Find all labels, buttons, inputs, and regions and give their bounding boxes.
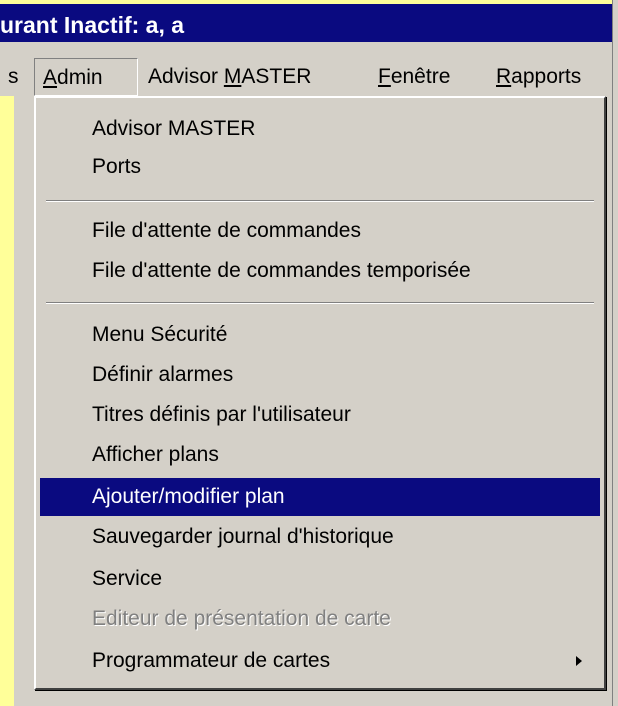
menu-bar-top — [0, 42, 612, 58]
menu-rapports-rest: apports — [511, 65, 582, 88]
submenu-arrow-icon — [576, 656, 582, 666]
menu-admin-mnemonic: A — [43, 66, 58, 89]
menu-separator — [46, 200, 594, 202]
menu-fenetre-mnemonic: F — [378, 65, 391, 88]
menu-rapports[interactable]: Rapports — [488, 58, 589, 96]
menu-fenetre-rest: enêtre — [390, 65, 451, 88]
admin-dropdown-menu: Advisor MASTER Ports File d'attente de c… — [34, 96, 606, 690]
menu-rapports-mnemonic: R — [496, 65, 512, 88]
menu-bar: s Admin Advisor MASTER Fenêtre Rapports — [0, 42, 612, 96]
menu-admin-rest: dmin — [57, 66, 103, 89]
menu-item-command-queue[interactable]: File d'attente de commandes — [40, 212, 600, 250]
menu-advisor-master-rest: ASTER — [241, 65, 312, 88]
window-title-bar[interactable]: urant Inactif: a, a — [0, 0, 612, 42]
menu-item-card-programmer[interactable]: Programmateur de cartes — [40, 642, 600, 680]
menu-item-timed-command-queue[interactable]: File d'attente de commandes temporisée — [40, 252, 600, 290]
menu-item-card-layout-editor: Editeur de présentation de carte — [92, 607, 391, 630]
menu-advisor-master-mnemonic: M — [223, 65, 242, 88]
menu-item-advisor-master[interactable]: Advisor MASTER — [40, 110, 600, 148]
menu-item-show-plans[interactable]: Afficher plans — [40, 436, 600, 474]
menu-truncated[interactable]: s — [0, 58, 27, 96]
menu-separator — [46, 302, 594, 304]
menu-item-add-edit-plan[interactable]: Ajouter/modifier plan — [40, 478, 600, 516]
menu-item-define-alarms[interactable]: Définir alarmes — [40, 356, 600, 394]
window-title: urant Inactif: a, a — [0, 12, 185, 38]
menu-item-security-menu[interactable]: Menu Sécurité — [40, 316, 600, 354]
menu-item-save-history-log[interactable]: Sauvegarder journal d'historique — [40, 518, 600, 556]
menu-advisor-master-a: Advisor — [148, 65, 224, 88]
menu-item-ports[interactable]: Ports — [40, 148, 600, 186]
background-strip — [0, 0, 14, 706]
menu-fenetre[interactable]: Fenêtre — [370, 58, 458, 96]
menu-item-user-defined-titles[interactable]: Titres définis par l'utilisateur — [40, 396, 600, 434]
window-edge — [612, 0, 618, 706]
menu-item-service[interactable]: Service — [40, 560, 600, 598]
menu-admin[interactable]: Admin — [34, 58, 138, 96]
menu-advisor-master[interactable]: Advisor MASTER — [140, 58, 319, 96]
